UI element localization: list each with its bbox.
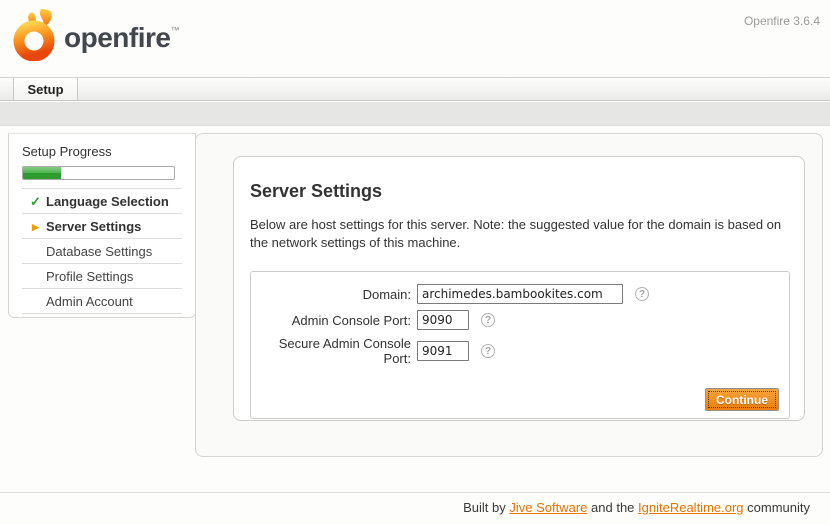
step-database-settings: Database Settings	[22, 239, 182, 264]
page-description: Below are host settings for this server.…	[250, 216, 788, 251]
step-language-selection: ✓ Language Selection	[22, 189, 182, 214]
form-row-admin-port: Admin Console Port: ?	[251, 310, 789, 330]
footer-divider	[0, 492, 830, 493]
trademark: ™	[170, 25, 179, 35]
check-icon: ✓	[30, 189, 41, 214]
domain-label: Domain:	[251, 287, 411, 302]
igniterealtime-link[interactable]: IgniteRealtime.org	[638, 500, 744, 515]
setup-progress-panel: Setup Progress ✓ Language Selection ▶ Se…	[8, 133, 196, 318]
footer-text: Built by	[463, 500, 509, 515]
progress-bar-fill	[23, 167, 61, 179]
brand-wordmark: openfire™	[64, 22, 179, 54]
form-row-secure-port: Secure Admin Console Port: ?	[251, 336, 789, 366]
form-row-domain: Domain: ?	[251, 284, 789, 304]
setup-progress-title: Setup Progress	[22, 144, 195, 159]
help-icon[interactable]: ?	[481, 313, 495, 327]
admin-port-label: Admin Console Port:	[251, 313, 411, 328]
step-label: Database Settings	[46, 244, 152, 259]
step-label: Language Selection	[46, 194, 169, 209]
setup-steps-list: ✓ Language Selection ▶ Server Settings D…	[22, 188, 182, 314]
footer-credits: Built by Jive Software and the IgniteRea…	[463, 500, 810, 515]
admin-port-input[interactable]	[417, 310, 469, 330]
tab-setup[interactable]: Setup	[13, 78, 78, 100]
continue-button[interactable]: Continue	[705, 388, 779, 411]
step-label: Server Settings	[46, 219, 141, 234]
version-label: Openfire 3.6.4	[744, 14, 820, 28]
page-title: Server Settings	[250, 181, 788, 202]
arrow-right-icon: ▶	[32, 215, 39, 240]
help-icon[interactable]: ?	[635, 287, 649, 301]
help-icon[interactable]: ?	[481, 344, 495, 358]
footer-text: community	[744, 500, 810, 515]
domain-input[interactable]	[417, 284, 623, 304]
progress-bar	[22, 166, 175, 180]
main-content-panel: Server Settings Below are host settings …	[195, 133, 823, 457]
step-label: Admin Account	[46, 294, 133, 309]
server-settings-card: Server Settings Below are host settings …	[233, 156, 805, 421]
step-server-settings: ▶ Server Settings	[22, 214, 182, 239]
jive-software-link[interactable]: Jive Software	[509, 500, 587, 515]
step-label: Profile Settings	[46, 269, 133, 284]
step-profile-settings: Profile Settings	[22, 264, 182, 289]
secure-port-input[interactable]	[417, 341, 469, 361]
step-admin-account: Admin Account	[22, 289, 182, 314]
tab-bar: Setup	[0, 77, 830, 101]
sub-toolbar	[0, 102, 830, 126]
footer-text: and the	[587, 500, 638, 515]
secure-port-label: Secure Admin Console Port:	[251, 336, 411, 366]
server-settings-form: Domain: ? Admin Console Port: ? Secure A…	[250, 271, 790, 419]
openfire-setup-page: openfire™ Openfire 3.6.4 Setup Setup Pro…	[0, 0, 830, 524]
openfire-flame-icon	[12, 9, 60, 61]
